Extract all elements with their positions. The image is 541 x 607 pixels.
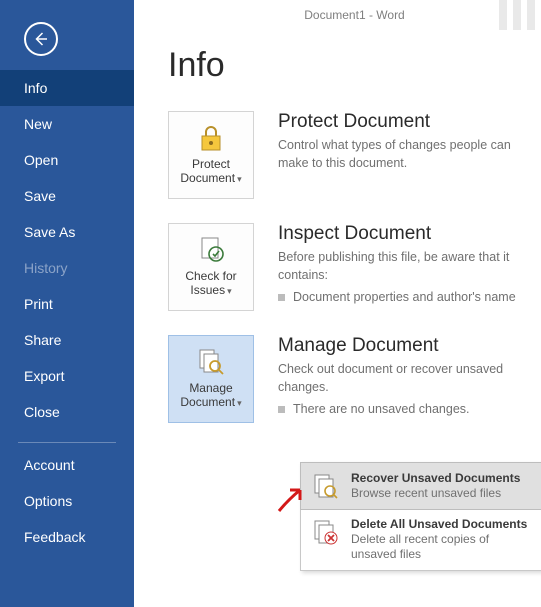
section-manage: Manage Document▾ Manage Document Check o… xyxy=(168,335,541,423)
manage-document-menu: Recover Unsaved Documents Browse recent … xyxy=(300,462,541,571)
lock-icon xyxy=(196,124,226,152)
sidebar-item-info[interactable]: Info xyxy=(0,70,134,106)
sidebar-label: Info xyxy=(24,80,47,96)
section-title: Inspect Document xyxy=(278,223,525,245)
sidebar-label: Print xyxy=(24,296,53,312)
document-check-icon xyxy=(196,236,226,264)
sidebar-label: Close xyxy=(24,404,60,420)
inspect-bullet: Document properties and author's name xyxy=(278,290,525,304)
sidebar-label: Save xyxy=(24,188,56,204)
menu-item-sub: Delete all recent copies of unsaved file… xyxy=(351,532,531,562)
button-label: Protect Document xyxy=(180,157,235,185)
button-label: Manage Document xyxy=(180,381,235,409)
chevron-down-icon: ▾ xyxy=(237,174,242,184)
sidebar-item-print[interactable]: Print xyxy=(0,286,134,322)
sidebar-item-new[interactable]: New xyxy=(0,106,134,142)
sidebar-item-open[interactable]: Open xyxy=(0,142,134,178)
section-title: Manage Document xyxy=(278,335,525,357)
sidebar-divider xyxy=(18,442,116,443)
section-desc: Control what types of changes people can… xyxy=(278,137,525,172)
document-title: Document1 - Word xyxy=(304,8,404,22)
bullet-text: Document properties and author's name xyxy=(293,290,516,304)
sidebar-label: Export xyxy=(24,368,64,384)
sidebar-label: Feedback xyxy=(24,529,85,545)
chevron-down-icon: ▾ xyxy=(227,286,232,296)
sidebar-label: Share xyxy=(24,332,61,348)
menu-item-title: Recover Unsaved Documents xyxy=(351,471,520,486)
document-recover-icon xyxy=(311,471,341,501)
sidebar-label: History xyxy=(24,260,68,276)
menu-item-delete-unsaved[interactable]: Delete All Unsaved Documents Delete all … xyxy=(301,509,541,570)
document-search-icon xyxy=(196,348,226,376)
sidebar-item-account[interactable]: Account xyxy=(0,447,134,483)
manage-bullet: There are no unsaved changes. xyxy=(278,402,525,416)
document-delete-icon xyxy=(311,517,341,547)
sidebar-item-feedback[interactable]: Feedback xyxy=(0,519,134,555)
title-bar-decoration xyxy=(499,0,535,30)
back-button[interactable] xyxy=(24,22,58,56)
backstage-sidebar: Info New Open Save Save As History Print… xyxy=(0,0,134,607)
section-desc: Before publishing this file, be aware th… xyxy=(278,249,525,284)
sidebar-label: Save As xyxy=(24,224,75,240)
section-protect: Protect Document▾ Protect Document Contr… xyxy=(168,111,541,199)
bullet-icon xyxy=(278,406,285,413)
menu-item-sub: Browse recent unsaved files xyxy=(351,486,520,501)
sidebar-item-save-as[interactable]: Save As xyxy=(0,214,134,250)
section-inspect: Check for Issues▾ Inspect Document Befor… xyxy=(168,223,541,311)
section-desc: Check out document or recover unsaved ch… xyxy=(278,361,525,396)
sidebar-item-export[interactable]: Export xyxy=(0,358,134,394)
bullet-text: There are no unsaved changes. xyxy=(293,402,470,416)
bullet-icon xyxy=(278,294,285,301)
title-bar: Document1 - Word xyxy=(168,0,541,46)
chevron-down-icon: ▾ xyxy=(237,398,242,408)
manage-document-button[interactable]: Manage Document▾ xyxy=(168,335,254,423)
section-title: Protect Document xyxy=(278,111,525,133)
sidebar-item-history: History xyxy=(0,250,134,286)
menu-item-title: Delete All Unsaved Documents xyxy=(351,517,531,532)
sidebar-label: Open xyxy=(24,152,58,168)
protect-document-button[interactable]: Protect Document▾ xyxy=(168,111,254,199)
sidebar-item-options[interactable]: Options xyxy=(0,483,134,519)
arrow-left-icon xyxy=(32,30,50,48)
sidebar-item-share[interactable]: Share xyxy=(0,322,134,358)
sidebar-label: New xyxy=(24,116,52,132)
sidebar-item-save[interactable]: Save xyxy=(0,178,134,214)
page-title: Info xyxy=(168,46,541,85)
menu-item-recover-unsaved[interactable]: Recover Unsaved Documents Browse recent … xyxy=(300,462,541,510)
sidebar-label: Account xyxy=(24,457,75,473)
check-for-issues-button[interactable]: Check for Issues▾ xyxy=(168,223,254,311)
sidebar-item-close[interactable]: Close xyxy=(0,394,134,430)
sidebar-label: Options xyxy=(24,493,72,509)
content-pane: Document1 - Word Info Protect Document▾ … xyxy=(134,0,541,607)
